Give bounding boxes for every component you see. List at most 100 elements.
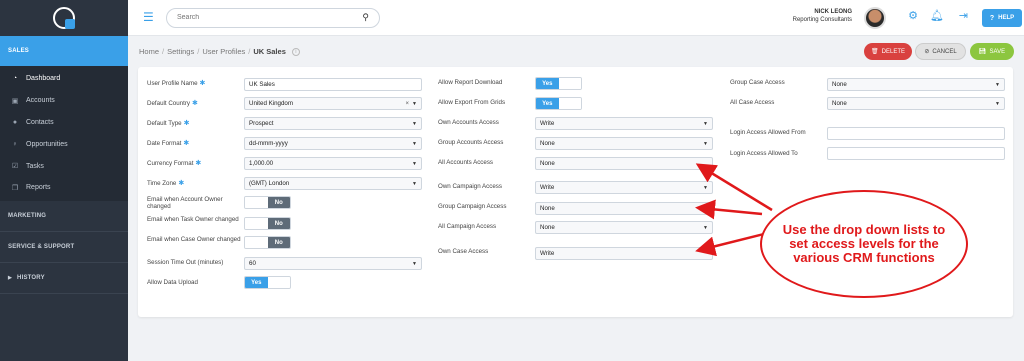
breadcrumb-settings[interactable]: Settings (167, 47, 194, 56)
export-grids-toggle[interactable]: Yes (535, 97, 582, 110)
breadcrumb-user-profiles[interactable]: User Profiles (202, 47, 245, 56)
email-task-owner-toggle[interactable]: No (244, 217, 291, 230)
sidebar-item-accounts[interactable]: ▣ Accounts (0, 90, 128, 112)
label-email-case-owner: Email when Case Owner changed (147, 236, 241, 243)
avatar[interactable] (864, 7, 886, 29)
group-case-select[interactable]: None ▼ (827, 78, 1005, 91)
sign-out-icon[interactable]: ⇥ (959, 10, 968, 22)
label-login-from: Login Access Allowed From (730, 129, 806, 136)
topbar: ☰ ⚲ NICK LEONG Reporting Consultants ⚙ 🔔… (128, 0, 1024, 36)
ban-icon: ⊘ (924, 49, 930, 55)
sidebar-item-contacts[interactable]: ● Contacts (0, 112, 128, 134)
delete-button[interactable]: 🗑︎ DELETE (864, 43, 912, 60)
sidebar-section-marketing[interactable]: MARKETING (0, 201, 128, 231)
label-export-grids: Allow Export From Grids (438, 99, 506, 106)
label-all-accounts: All Accounts Access (438, 159, 494, 166)
annotation-text: Use the drop down lists to set access le… (782, 222, 946, 265)
lightbulb-icon: ♀ (12, 140, 18, 148)
sidebar-item-label: Contacts (26, 118, 54, 126)
date-format-select[interactable]: dd-mmm-yyyy ▼ (244, 137, 422, 150)
email-account-owner-toggle[interactable]: No (244, 196, 291, 209)
label-report-download: Allow Report Download (438, 79, 503, 86)
chevron-down-icon: ▼ (412, 260, 417, 267)
all-campaign-select[interactable]: None ▼ (535, 221, 713, 234)
chevron-down-icon: ▼ (703, 120, 708, 127)
user-info[interactable]: NICK LEONG Reporting Consultants (793, 8, 852, 24)
currency-format-select[interactable]: 1,000.00 ▼ (244, 157, 422, 170)
cancel-button[interactable]: ⊘ CANCEL (915, 43, 966, 60)
label-profile-name: User Profile Name ✱ (147, 79, 206, 88)
cancel-label: CANCEL (932, 48, 957, 55)
chevron-down-icon: ▼ (995, 100, 1000, 107)
sidebar-item-dashboard[interactable]: ◔ Dashboard (0, 68, 128, 90)
sidebar-item-reports[interactable]: ❐ Reports (0, 177, 128, 199)
save-button[interactable]: 💾︎ SAVE (970, 43, 1014, 60)
group-accounts-select[interactable]: None ▼ (535, 137, 713, 150)
own-accounts-select[interactable]: Write ▼ (535, 117, 713, 130)
sidebar-section-service[interactable]: SERVICE & SUPPORT (0, 232, 128, 262)
label-email-task-owner: Email when Task Owner changed (147, 216, 239, 223)
login-to-input[interactable] (827, 147, 1005, 160)
bell-icon[interactable]: 🔔︎ (930, 10, 944, 22)
allow-data-upload-toggle[interactable]: Yes (244, 276, 291, 289)
search-box[interactable]: ⚲ (166, 8, 380, 28)
session-timeout-select[interactable]: 60 ▼ (244, 257, 422, 270)
sidebar-section-sales[interactable]: SALES (0, 36, 128, 66)
label-default-country: Default Country ✱ (147, 99, 198, 108)
sidebar-item-label: Dashboard (26, 75, 61, 83)
sidebar-item-label: Opportunities (26, 140, 68, 148)
sidebar-section-history[interactable]: ▶ HISTORY (0, 263, 128, 293)
chevron-down-icon: ▼ (412, 100, 417, 107)
own-case-select[interactable]: Write (535, 247, 713, 260)
search-icon[interactable]: ⚲ (362, 12, 369, 23)
user-role: Reporting Consultants (792, 17, 852, 23)
app-logo[interactable] (53, 7, 75, 29)
help-button[interactable]: ? HELP (982, 9, 1022, 27)
label-all-campaign: All Campaign Access (438, 223, 497, 230)
email-case-owner-toggle[interactable]: No (244, 236, 291, 249)
sidebar-item-label: Reports (26, 184, 51, 192)
chevron-down-icon: ▼ (412, 180, 417, 187)
sidebar-item-label: Tasks (26, 162, 44, 170)
label-own-case: Own Case Access (438, 248, 489, 255)
all-case-select[interactable]: None ▼ (827, 97, 1005, 110)
label-allow-data-upload: Allow Data Upload (147, 279, 198, 286)
save-label: SAVE (989, 48, 1006, 55)
sidebar-divider (0, 292, 128, 294)
user-name: NICK LEONG (814, 9, 852, 15)
caret-right-icon: ▶ (8, 274, 13, 281)
own-campaign-select[interactable]: Write ▼ (535, 181, 713, 194)
copy-icon: ❐ (11, 184, 19, 192)
trash-icon: 🗑︎ (871, 49, 879, 55)
info-icon[interactable]: i (291, 48, 300, 57)
breadcrumb-home[interactable]: Home (139, 47, 159, 56)
breadcrumb: Home / Settings / User Profiles / UK Sales i (139, 47, 300, 57)
clear-icon[interactable]: × (405, 101, 409, 107)
gears-icon[interactable]: ⚙ (908, 10, 918, 22)
label-currency-format: Currency Format ✱ (147, 159, 202, 168)
hamburger-menu-icon[interactable]: ☰ (143, 11, 154, 23)
login-from-input[interactable] (827, 127, 1005, 140)
all-accounts-select[interactable]: None (535, 157, 713, 170)
chevron-down-icon: ▼ (412, 140, 417, 147)
label-session-timeout: Session Time Out (minutes) (147, 259, 224, 266)
help-label: HELP (998, 15, 1015, 21)
report-download-toggle[interactable]: Yes (535, 77, 582, 90)
breadcrumb-bar: Home / Settings / User Profiles / UK Sales i 🗑︎… (128, 36, 1024, 66)
group-campaign-select[interactable]: None (535, 202, 713, 215)
label-group-case: Group Case Access (730, 79, 785, 86)
chevron-down-icon: ▼ (703, 224, 708, 231)
default-type-select[interactable]: Prospect ▼ (244, 117, 422, 130)
label-group-accounts: Group Accounts Access (438, 139, 504, 146)
time-zone-select[interactable]: (GMT) London ▼ (244, 177, 422, 190)
sidebar-item-tasks[interactable]: ☑ Tasks (0, 155, 128, 177)
chevron-down-icon: ▼ (995, 81, 1000, 88)
logo-area[interactable] (0, 0, 128, 36)
default-country-select[interactable]: United Kingdom × ▼ (244, 97, 422, 110)
label-login-to: Login Access Allowed To (730, 150, 798, 157)
label-default-type: Default Type ✱ (147, 119, 190, 128)
sidebar-item-opportunities[interactable]: ♀ Opportunities (0, 133, 128, 155)
label-group-campaign: Group Campaign Access (438, 203, 507, 210)
search-input[interactable] (177, 14, 357, 21)
profile-name-input[interactable]: UK Sales (244, 78, 422, 91)
